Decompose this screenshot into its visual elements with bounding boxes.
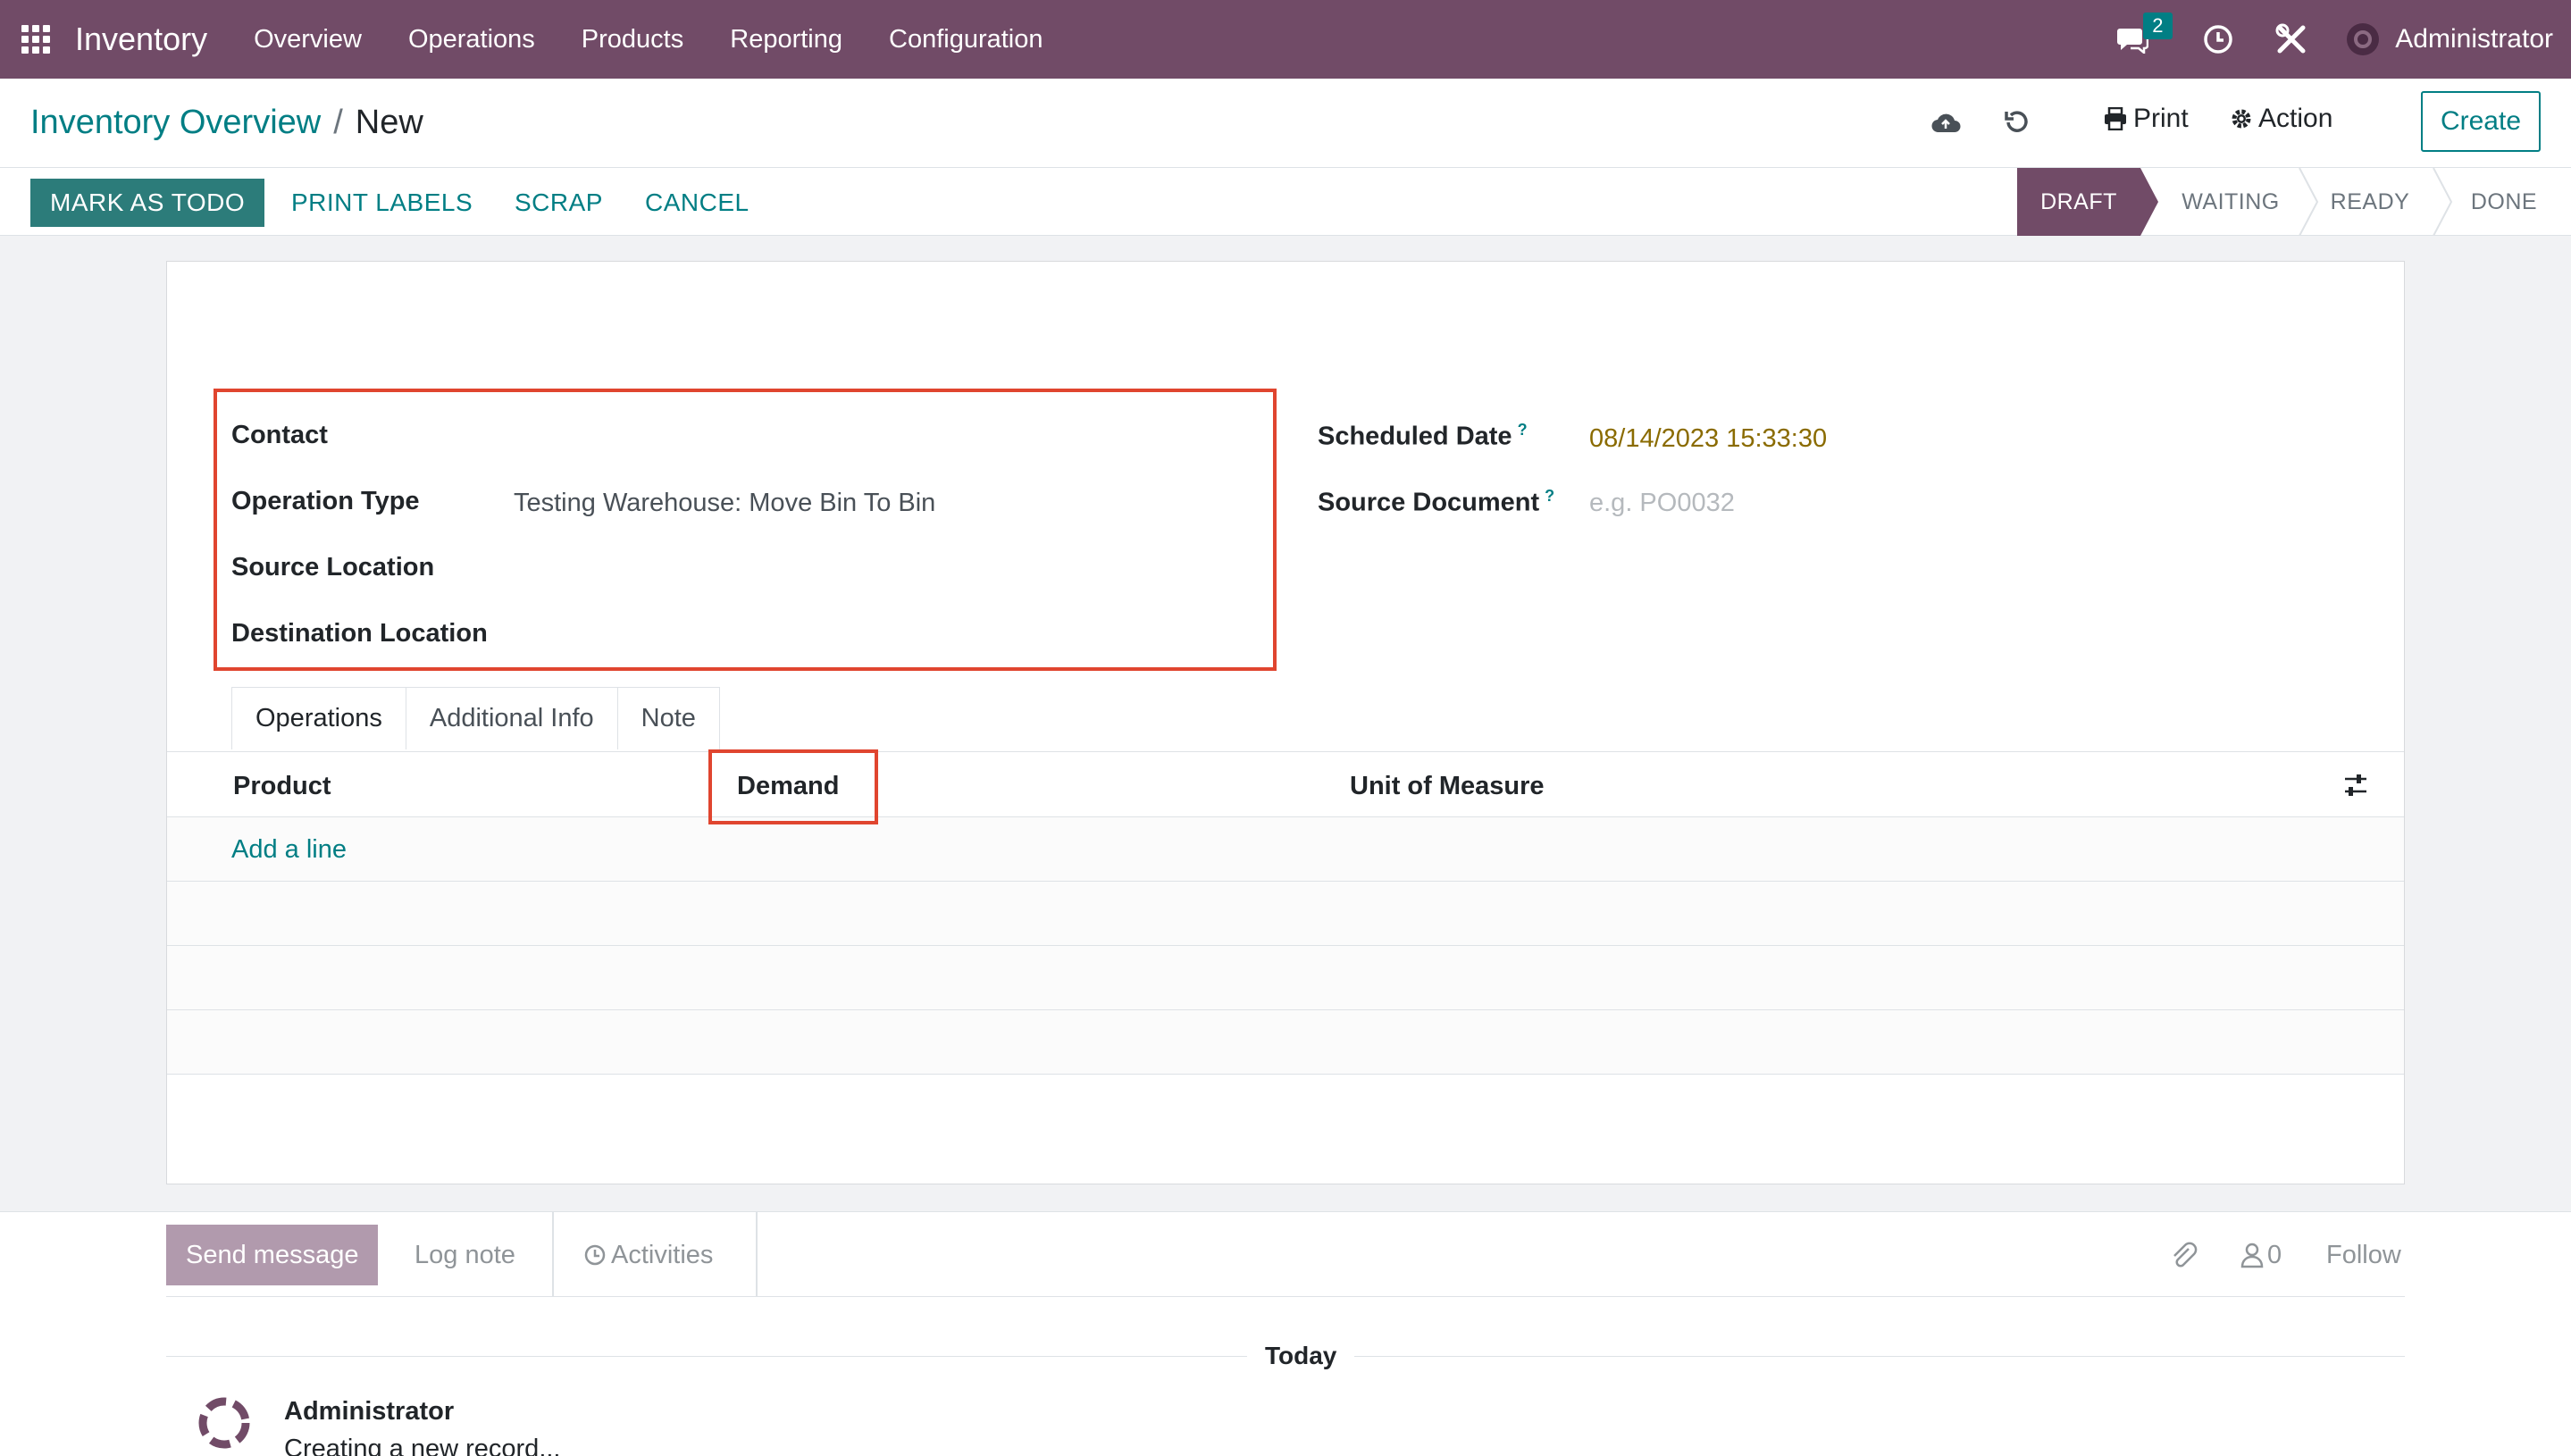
breadcrumb-separator: /	[333, 104, 343, 141]
divider	[552, 1212, 554, 1298]
gear-icon	[2232, 109, 2251, 129]
column-product[interactable]: Product	[233, 772, 331, 801]
divider	[756, 1212, 758, 1298]
navbar-systray: 2 Administrator	[2115, 0, 2571, 79]
chatter-thread: Today Administrator Creating a new recor…	[0, 1297, 2571, 1456]
print-label: Print	[2133, 104, 2189, 133]
source-document-label: Source Document?	[1318, 487, 1554, 518]
help-tooltip-icon[interactable]: ?	[1518, 421, 1528, 439]
activities-button[interactable]: Activities	[584, 1225, 713, 1285]
scrap-button[interactable]: SCRAP	[515, 179, 603, 227]
form-sheet: Contact Operation Type Testing Warehouse…	[166, 261, 2405, 1184]
author-avatar[interactable]	[197, 1395, 252, 1451]
source-document-field[interactable]: e.g. PO0032	[1589, 489, 1735, 518]
stage-separator-chevron	[2433, 168, 2453, 236]
scheduled-date-label-text: Scheduled Date	[1318, 422, 1512, 451]
debug-tools-icon[interactable]	[2274, 21, 2309, 57]
table-row	[167, 882, 2404, 946]
tab-operations[interactable]: Operations	[231, 687, 406, 750]
column-unit-of-measure[interactable]: Unit of Measure	[1350, 772, 1545, 801]
app-name[interactable]: Inventory	[75, 21, 207, 58]
save-cloud-icon[interactable]	[1930, 105, 1962, 138]
activities-label: Activities	[611, 1240, 714, 1269]
messages-icon[interactable]: 2	[2115, 13, 2173, 57]
menu-products[interactable]: Products	[558, 25, 707, 54]
menu-operations[interactable]: Operations	[385, 25, 558, 54]
contact-label: Contact	[231, 421, 328, 449]
tab-additional-info[interactable]: Additional Info	[405, 687, 618, 749]
menu-overview[interactable]: Overview	[230, 25, 385, 54]
activity-clock-icon[interactable]	[2200, 21, 2236, 57]
operation-type-label: Operation Type	[231, 487, 420, 515]
scheduled-date-label: Scheduled Date?	[1318, 421, 1528, 452]
notebook-tabs: Operations Additional Info Note	[231, 687, 720, 750]
followers-count: 0	[2267, 1240, 2282, 1269]
attachment-paperclip-icon[interactable]	[2169, 1225, 2198, 1285]
operation-type-field[interactable]: Testing Warehouse: Move Bin To Bin	[514, 489, 935, 518]
scheduled-date-field[interactable]: 08/14/2023 15:33:30	[1589, 424, 1827, 454]
main-menu: Overview Operations Products Reporting C…	[230, 25, 1066, 54]
apps-menu-icon[interactable]	[21, 25, 50, 54]
table-row	[167, 1010, 2404, 1075]
stage-pipeline: DRAFT WAITING READY DONE	[2017, 168, 2571, 236]
help-tooltip-icon[interactable]: ?	[1545, 487, 1554, 505]
stage-ready[interactable]: READY	[2303, 168, 2437, 236]
form-statusbar: MARK AS TODO PRINT LABELS SCRAP CANCEL D…	[0, 168, 2571, 236]
action-button[interactable]: Action	[2230, 104, 2332, 134]
tab-note[interactable]: Note	[616, 687, 720, 749]
destination-location-label: Destination Location	[231, 619, 488, 648]
menu-configuration[interactable]: Configuration	[866, 25, 1067, 54]
user-icon	[2240, 1243, 2264, 1268]
stage-separator-chevron	[2299, 168, 2319, 236]
breadcrumb: Inventory Overview / New	[30, 104, 423, 142]
optional-columns-sliders-icon[interactable]	[2341, 772, 2370, 799]
breadcrumb-parent[interactable]: Inventory Overview	[30, 104, 321, 142]
discard-undo-icon[interactable]	[2001, 105, 2033, 138]
send-message-button[interactable]: Send message	[166, 1225, 379, 1285]
operations-table: Product Demand Unit of Measure Add a lin…	[167, 751, 2404, 1075]
breadcrumb-current: New	[355, 104, 423, 141]
print-icon	[2105, 107, 2126, 130]
message-author[interactable]: Administrator	[284, 1397, 454, 1427]
messages-count-badge: 2	[2143, 13, 2173, 39]
message-body: Creating a new record...	[284, 1435, 561, 1456]
print-labels-button[interactable]: PRINT LABELS	[291, 179, 473, 227]
date-separator: Today	[1247, 1342, 1355, 1370]
stage-waiting[interactable]: WAITING	[2140, 168, 2303, 236]
cancel-button[interactable]: CANCEL	[645, 179, 750, 227]
table-header: Product Demand Unit of Measure	[167, 751, 2404, 817]
print-button[interactable]: Print	[2103, 104, 2189, 134]
mark-as-todo-button[interactable]: MARK AS TODO	[30, 179, 265, 227]
source-location-label: Source Location	[231, 553, 435, 582]
add-a-line-link[interactable]: Add a line	[231, 835, 347, 865]
stage-done[interactable]: DONE	[2437, 168, 2571, 236]
table-row	[167, 946, 2404, 1010]
source-document-label-text: Source Document	[1318, 488, 1540, 517]
log-note-button[interactable]: Log note	[415, 1225, 515, 1285]
stage-draft[interactable]: DRAFT	[2017, 168, 2158, 236]
add-line-row: Add a line	[167, 817, 2404, 882]
user-menu[interactable]: Administrator	[2395, 24, 2553, 54]
followers-button[interactable]: 0	[2240, 1225, 2282, 1285]
create-button[interactable]: Create	[2421, 91, 2541, 152]
user-avatar[interactable]	[2347, 23, 2380, 55]
demand-highlight-box	[708, 749, 878, 824]
follow-button[interactable]: Follow	[2326, 1225, 2401, 1285]
control-panel: Inventory Overview / New Print Action Cr…	[0, 79, 2571, 168]
menu-reporting[interactable]: Reporting	[707, 25, 866, 54]
top-navbar: Inventory Overview Operations Products R…	[0, 0, 2571, 79]
clock-icon	[584, 1244, 606, 1266]
action-label: Action	[2258, 104, 2333, 133]
chatter-topbar: Send message Log note Activities 0 Follo…	[0, 1211, 2571, 1298]
